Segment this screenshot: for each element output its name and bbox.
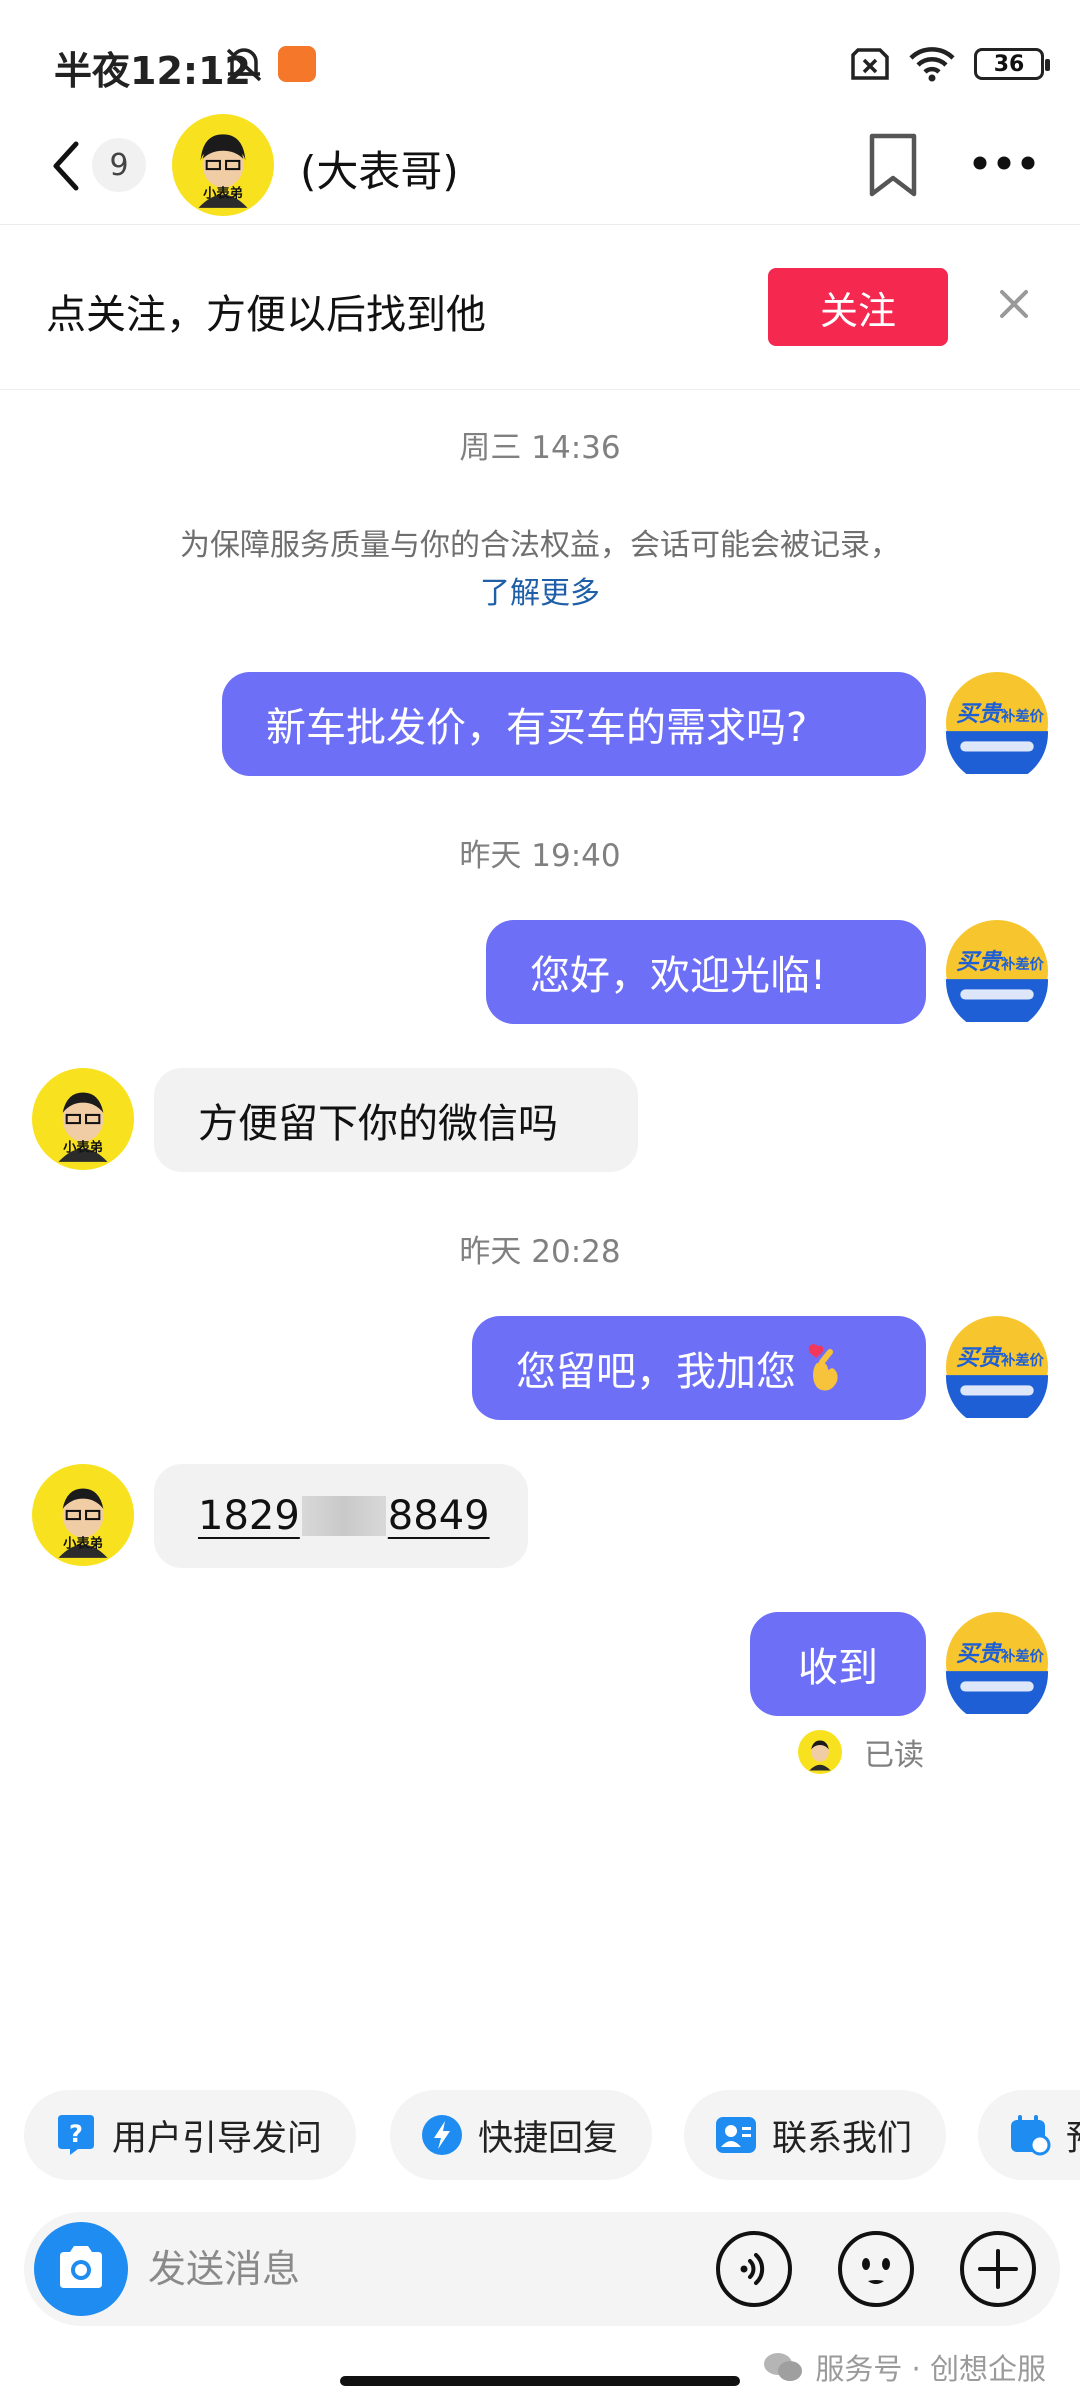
camera-button[interactable] <box>34 2222 128 2316</box>
contact-avatar[interactable]: 小表弟 <box>172 114 274 216</box>
watermark: 服务号 · 创想企服 <box>763 2346 1046 2388</box>
back-icon[interactable] <box>46 138 86 194</box>
wechat-icon <box>764 2353 803 2381</box>
read-receipt: 已读 <box>798 1730 924 1774</box>
learn-more-link[interactable]: 了解更多 <box>480 576 600 611</box>
chat-header: 9 小表弟 (大表哥) <box>0 110 1080 225</box>
avatar-label: 小表弟 <box>203 185 243 202</box>
self-avatar: 买贵 补差价 <box>946 920 1048 1022</box>
message-bubble-outgoing[interactable]: 新车批发价，有买车的需求吗? <box>222 672 926 776</box>
svg-text:?: ? <box>69 2120 83 2148</box>
svg-text:补差价: 补差价 <box>1000 1351 1045 1369</box>
recording-notice: 为保障服务质量与你的合法权益，会话可能会被记录， 了解更多 <box>0 522 1080 618</box>
timestamp: 昨天 19:40 <box>459 838 621 874</box>
camera-icon <box>60 2246 102 2288</box>
timestamp: 昨天 20:28 <box>459 1234 621 1270</box>
finger-heart-emoji-icon <box>808 1344 838 1391</box>
svg-text:小表弟: 小表弟 <box>63 1139 103 1156</box>
follow-prompt: 点关注，方便以后找到他 <box>46 292 486 338</box>
svg-text:小表弟: 小表弟 <box>63 1535 103 1552</box>
wifi-icon <box>909 47 955 82</box>
close-icon[interactable] <box>994 284 1034 324</box>
more-options-icon[interactable] <box>972 154 1036 172</box>
svg-text:补差价: 补差价 <box>1000 1647 1045 1665</box>
mute-bell-icon <box>226 48 262 82</box>
add-icon[interactable] <box>958 2229 1038 2309</box>
contact-avatar[interactable]: 小表弟 <box>32 1464 134 1566</box>
message-bubble-outgoing[interactable]: 收到 <box>750 1612 926 1716</box>
svg-text:买贵: 买贵 <box>956 1345 1003 1371</box>
self-avatar: 买贵 补差价 <box>946 672 1048 774</box>
read-avatar-icon <box>798 1730 842 1774</box>
chip-user-guide[interactable]: ? 用户引导发问 <box>24 2090 357 2180</box>
chip-appointment[interactable]: 预约 <box>978 2090 1080 2180</box>
lightning-icon <box>422 2115 462 2155</box>
chat-title: (大表哥) <box>300 147 459 196</box>
self-avatar: 买贵 补差价 <box>946 1316 1048 1418</box>
quick-actions-bar: ? 用户引导发问 快捷回复 联系我们 预约 <box>24 2090 1080 2180</box>
notice-text: 为保障服务质量与你的合法权益，会话可能会被记录， <box>180 528 900 563</box>
contact-avatar[interactable]: 小表弟 <box>32 1068 134 1170</box>
timestamp: 周三 14:36 <box>459 430 621 466</box>
message-text: 您留吧，我加您 <box>516 1349 796 1395</box>
svg-text:补差价: 补差价 <box>1000 955 1045 973</box>
phone-number-link[interactable]: 1829 8849 <box>198 1493 490 1539</box>
message-bubble-incoming[interactable]: 方便留下你的微信吗 <box>154 1068 638 1172</box>
calendar-icon <box>1011 2115 1051 2156</box>
self-avatar: 买贵 补差价 <box>946 1612 1048 1714</box>
contacts-icon <box>716 2117 756 2153</box>
voice-icon[interactable] <box>714 2229 794 2309</box>
battery-indicator: 36 <box>974 48 1050 80</box>
svg-text:买贵: 买贵 <box>956 1641 1003 1667</box>
svg-text:补差价: 补差价 <box>1000 707 1045 725</box>
chip-quick-reply[interactable]: 快捷回复 <box>390 2090 653 2180</box>
emoji-icon[interactable] <box>836 2229 916 2309</box>
notification-app-icon <box>278 46 316 82</box>
question-icon: ? <box>58 2115 94 2155</box>
no-sim-icon <box>851 48 889 80</box>
message-input[interactable] <box>148 2239 708 2299</box>
message-input-bar <box>24 2212 1060 2326</box>
svg-text:买贵: 买贵 <box>956 701 1003 727</box>
follow-banner: 点关注，方便以后找到他 关注 <box>0 226 1080 390</box>
message-bubble-incoming[interactable]: 1829 8849 <box>154 1464 528 1568</box>
redacted-digits <box>301 1496 386 1536</box>
chip-contact-us[interactable]: 联系我们 <box>684 2090 947 2180</box>
message-bubble-outgoing[interactable]: 您留吧，我加您 <box>472 1316 926 1420</box>
read-status: 已读 <box>864 1738 924 1773</box>
unread-count-badge[interactable]: 9 <box>92 138 146 192</box>
home-indicator[interactable] <box>340 2376 740 2386</box>
follow-button[interactable]: 关注 <box>768 268 948 346</box>
svg-text:买贵: 买贵 <box>956 949 1003 975</box>
message-bubble-outgoing[interactable]: 您好，欢迎光临! <box>486 920 926 1024</box>
bookmark-icon[interactable] <box>866 132 920 198</box>
